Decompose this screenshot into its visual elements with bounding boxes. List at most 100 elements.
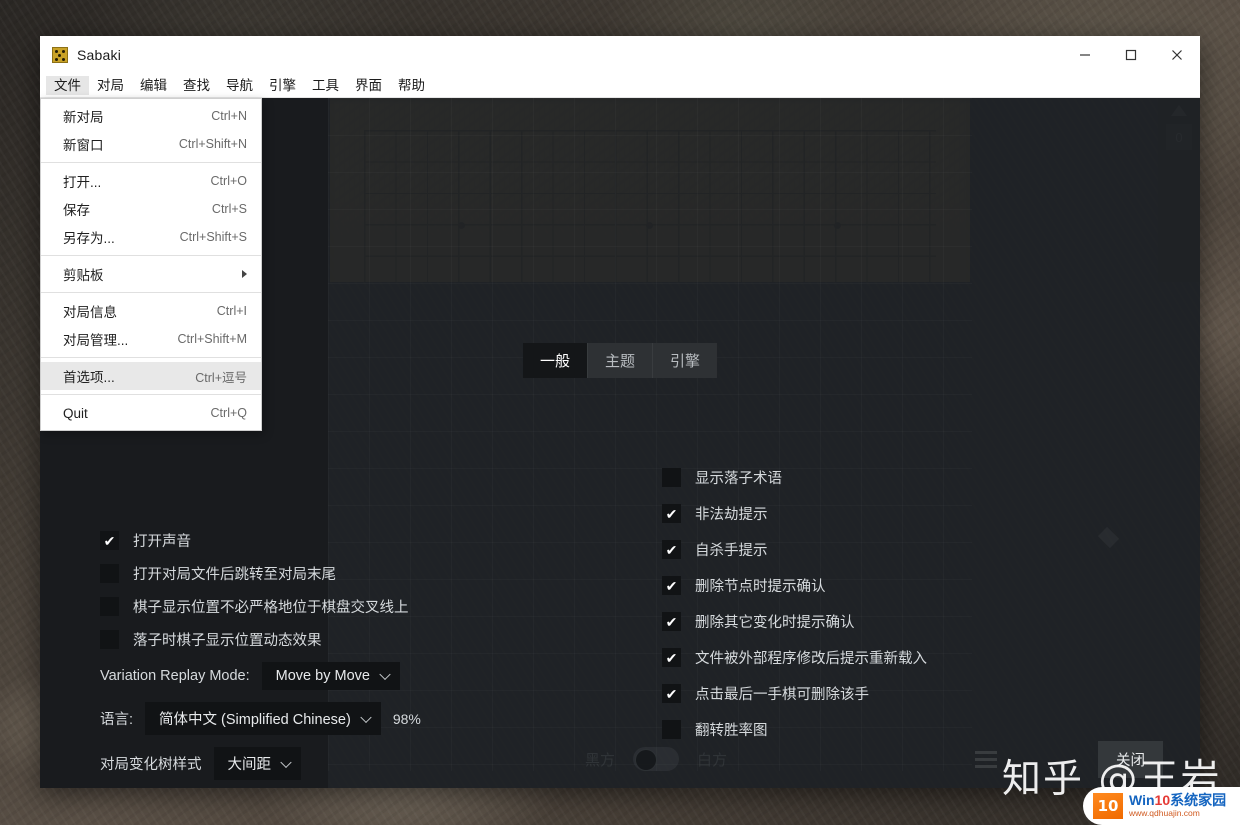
win10-url: www.qdhuajin.com xyxy=(1129,808,1200,819)
menu-separator xyxy=(41,162,261,163)
file-menu-item-shortcut: Ctrl+Shift+N xyxy=(178,137,247,151)
menubar-item-6[interactable]: 工具 xyxy=(304,76,347,96)
preference-checkbox-row[interactable]: 棋子显示位置不必严格地位于棋盘交叉线上 xyxy=(100,596,421,617)
checkbox-checked-icon[interactable] xyxy=(662,576,681,595)
file-menu-item[interactable]: 剪贴板 xyxy=(41,260,261,288)
preferences-close-button[interactable]: 关闭 xyxy=(1098,740,1163,778)
checkbox-checked-icon[interactable] xyxy=(662,648,681,667)
preference-checkbox-row[interactable]: 非法劫提示 xyxy=(662,503,927,524)
preference-checkbox-row[interactable]: 点击最后一手棋可删除该手 xyxy=(662,683,927,704)
file-menu-item[interactable]: 另存为... Ctrl+Shift+S xyxy=(41,223,261,251)
menubar-item-8[interactable]: 帮助 xyxy=(390,76,433,96)
window-titlebar: Sabaki xyxy=(40,36,1200,74)
menubar-item-7[interactable]: 界面 xyxy=(347,76,390,96)
checkbox-unchecked-icon[interactable] xyxy=(100,630,119,649)
preference-checkbox-row[interactable]: 删除节点时提示确认 xyxy=(662,575,927,596)
window-controls xyxy=(1062,36,1200,74)
sabaki-app-window: Sabaki 文件 对局 编辑 查找 导航 引擎 工具 界面 帮助 一般 主题 … xyxy=(40,36,1200,788)
file-menu-item[interactable]: 对局管理... Ctrl+Shift+M xyxy=(41,325,261,353)
preference-checkbox-row[interactable]: 文件被外部程序修改后提示重新载入 xyxy=(662,647,927,668)
preference-checkbox-label: 自杀手提示 xyxy=(695,543,768,559)
menubar-item-2[interactable]: 编辑 xyxy=(132,76,175,96)
win10-title-win: Win xyxy=(1129,792,1155,809)
preference-checkbox-row[interactable]: 显示落子术语 xyxy=(662,467,927,488)
preference-checkbox-label: 非法劫提示 xyxy=(695,507,768,523)
checkbox-unchecked-icon[interactable] xyxy=(662,468,681,487)
checkbox-checked-icon[interactable] xyxy=(662,684,681,703)
maximize-button[interactable] xyxy=(1108,36,1154,74)
preference-checkbox-label: 打开声音 xyxy=(133,534,191,550)
file-menu-item-shortcut: Ctrl+Shift+S xyxy=(179,230,247,244)
file-menu-item[interactable]: Quit Ctrl+Q xyxy=(41,399,261,427)
file-menu-item-label: 保存 xyxy=(63,203,90,218)
preferences-tab-0[interactable]: 一般 xyxy=(522,343,588,378)
maximize-icon xyxy=(1125,49,1137,61)
file-menu-item-label: Quit xyxy=(63,405,88,421)
preferences-tab-2[interactable]: 引擎 xyxy=(653,343,718,378)
black-player-name: 黑方 xyxy=(585,751,616,769)
menu-separator xyxy=(41,255,261,256)
translation-progress-percent: 98% xyxy=(392,710,421,727)
checkbox-checked-icon[interactable] xyxy=(662,612,681,631)
preference-checkbox-row[interactable]: 自杀手提示 xyxy=(662,539,927,560)
close-icon xyxy=(1172,50,1182,60)
file-menu-item-shortcut: Ctrl+Shift+M xyxy=(177,332,247,346)
menubar-item-5[interactable]: 引擎 xyxy=(261,76,304,96)
file-menu-item-shortcut: Ctrl+O xyxy=(210,174,247,188)
submenu-chevron-right-icon xyxy=(242,270,247,278)
win10-site-watermark: 10 Win10系统家园 www.qdhuajin.com xyxy=(1083,787,1240,825)
preference-field-label: 语言: xyxy=(100,712,134,728)
preferences-tabs: 一般 主题 引擎 xyxy=(522,343,718,378)
win10-title-ten: 10 xyxy=(1154,792,1171,809)
desktop-wallpaper: Sabaki 文件 对局 编辑 查找 导航 引擎 工具 界面 帮助 一般 主题 … xyxy=(0,0,1240,825)
checkbox-unchecked-icon[interactable] xyxy=(100,564,119,583)
preference-checkbox-row[interactable]: 落子时棋子显示位置动态效果 xyxy=(100,629,421,650)
file-menu-item-label: 新窗口 xyxy=(63,138,104,153)
preference-checkbox-label: 显示落子术语 xyxy=(695,471,782,487)
checkbox-checked-icon[interactable] xyxy=(662,504,681,523)
win10-text: Win10系统家园 www.qdhuajin.com xyxy=(1129,793,1226,818)
file-menu-item-label: 打开... xyxy=(63,175,102,190)
checkbox-checked-icon[interactable] xyxy=(662,540,681,559)
file-menu-item[interactable]: 打开... Ctrl+O xyxy=(41,167,261,195)
file-menu-item-label: 剪贴板 xyxy=(63,268,104,283)
file-menu-item[interactable]: 首选项... Ctrl+逗号 xyxy=(41,362,261,390)
hamburger-menu-icon[interactable] xyxy=(975,750,997,768)
preference-checkbox-label: 点击最后一手棋可删除该手 xyxy=(695,687,869,703)
preference-checkbox-label: 删除节点时提示确认 xyxy=(695,579,826,595)
sabaki-app-icon xyxy=(52,47,68,63)
player-controls: 黑方 白方 xyxy=(585,747,727,771)
preference-field-row: Variation Replay Mode: Move by Move xyxy=(100,662,421,690)
file-menu-item[interactable]: 保存 Ctrl+S xyxy=(41,195,261,223)
preference-select[interactable]: Move by Move xyxy=(261,662,400,690)
menubar-item-3[interactable]: 查找 xyxy=(175,76,218,96)
menubar-item-1[interactable]: 对局 xyxy=(89,76,132,96)
titlebar-left: Sabaki xyxy=(40,47,121,63)
file-menu-item-shortcut: Ctrl+S xyxy=(211,202,247,216)
menu-separator xyxy=(41,292,261,293)
file-menu-item-label: 新对局 xyxy=(63,110,104,125)
preference-checkbox-label: 棋子显示位置不必严格地位于棋盘交叉线上 xyxy=(133,600,409,616)
file-menu-item[interactable]: 对局信息 Ctrl+I xyxy=(41,297,261,325)
file-menu-item-label: 对局管理... xyxy=(63,333,129,348)
checkbox-checked-icon[interactable] xyxy=(100,531,119,550)
preference-checkbox-row[interactable]: 打开对局文件后跳转至对局末尾 xyxy=(100,563,421,584)
checkbox-unchecked-icon[interactable] xyxy=(100,597,119,616)
file-menu-item-label: 首选项... xyxy=(63,370,115,385)
minimize-button[interactable] xyxy=(1062,36,1108,74)
file-menu-item[interactable]: 新对局 Ctrl+N xyxy=(41,102,261,130)
win10-title: Win10系统家园 xyxy=(1129,793,1226,809)
close-window-button[interactable] xyxy=(1154,36,1200,74)
window-title: Sabaki xyxy=(77,47,122,63)
file-menu-item[interactable]: 新窗口 Ctrl+Shift+N xyxy=(41,130,261,158)
faint-diamond-icon xyxy=(1097,526,1120,549)
preference-checkbox-row[interactable]: 删除其它变化时提示确认 xyxy=(662,611,927,632)
preferences-right-column: 显示落子术语非法劫提示自杀手提示删除节点时提示确认删除其它变化时提示确认文件被外… xyxy=(662,467,927,740)
white-player-name: 白方 xyxy=(697,751,728,769)
minimize-icon xyxy=(1080,54,1090,56)
player-turn-toggle[interactable] xyxy=(633,747,680,771)
menubar-item-4[interactable]: 导航 xyxy=(218,76,261,96)
menubar-item-0[interactable]: 文件 xyxy=(46,75,89,96)
preferences-tab-1[interactable]: 主题 xyxy=(587,343,654,378)
preference-checkbox-row[interactable]: 打开声音 xyxy=(100,530,421,551)
